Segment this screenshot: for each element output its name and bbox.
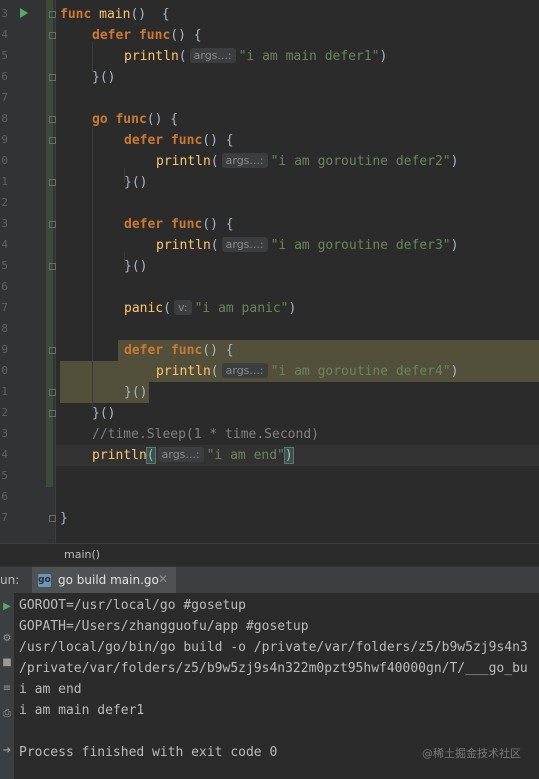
code-line: }() [92,406,116,421]
line-number: 4 [1,238,8,251]
print-icon[interactable]: ⎙ [2,708,12,719]
code-line: }() [124,175,148,190]
breadcrumb[interactable]: main() [0,543,539,567]
code-line: defer func() { [92,28,202,43]
line-number: 1 [1,385,8,398]
console-line: i am end [19,682,82,697]
fold-icon[interactable] [49,179,56,186]
console-line: /private/var/folders/z5/b9w5zj9s4n322m0p… [19,661,528,676]
scroll-icon[interactable]: ≡ [2,683,12,694]
code-line: }() [124,259,148,274]
line-number: 3 [1,427,8,440]
fold-icon[interactable] [49,32,56,39]
fold-icon[interactable] [49,116,56,123]
run-tab[interactable]: go go build main.go ✕ [32,567,176,594]
line-number: 3 [1,217,8,230]
line-number: 8 [1,322,8,335]
run-label: un: [0,573,20,587]
code-line: println(args...: "i am goroutine defer3") [156,237,459,253]
parameter-hint: args...: [221,153,268,168]
code-line: }() [92,70,116,85]
line-number: 8 [1,112,8,125]
code-line: func main() { [60,7,170,22]
line-number: 7 [1,511,8,524]
line-number: 2 [1,196,8,209]
code-line: defer func() { [124,133,234,148]
line-number: 1 [1,175,8,188]
parameter-hint: v: [173,300,192,315]
rerun-icon[interactable]: ▶ [2,601,12,612]
parameter-hint: args...: [221,237,268,252]
fold-icon[interactable] [49,410,56,417]
parameter-hint: args...: [157,447,204,462]
run-tab-label: go build main.go [58,573,159,587]
line-number: 6 [1,490,8,503]
fold-icon[interactable] [49,515,56,522]
code-line: println(args...: "i am goroutine defer2") [156,153,459,169]
stop-icon[interactable]: ■ [2,657,12,668]
code-line: println(args...: "i am goroutine defer4") [156,363,459,379]
line-number: 7 [1,91,8,104]
line-number: 4 [1,28,8,41]
run-gutter-icon[interactable] [20,8,28,18]
console-output[interactable]: ▶ ⚙ ■ ≡ ⎙ ➔ GOROOT=/usr/local/go #gosetu… [0,593,539,779]
line-number: 5 [1,469,8,482]
line-number: 6 [1,280,8,293]
fold-icon[interactable] [49,11,56,18]
code-line: panic(v: "i am panic") [124,300,297,316]
code-editor[interactable]: 3456789012345678901234567 func main() { … [0,0,539,543]
fold-icon[interactable] [49,137,56,144]
console-line: Process finished with exit code 0 [19,745,278,760]
code-line: //time.Sleep(1 * time.Second) [92,427,319,442]
go-icon: go [38,574,51,587]
code-line: println(args...: "i am end") [92,447,294,464]
code-line: println(args...: "i am main defer1") [124,48,388,64]
line-number: 3 [1,7,8,20]
fold-icon[interactable] [49,74,56,81]
fold-icon[interactable] [49,263,56,270]
fold-icon[interactable] [49,221,56,228]
code-line: go func() { [92,112,179,127]
line-number: 2 [1,406,8,419]
line-number: 7 [1,301,8,314]
line-number: 4 [1,448,8,461]
pin-icon[interactable]: ➔ [2,745,12,756]
fold-icon[interactable] [49,389,56,396]
watermark: @稀土掘金技术社区 [422,747,521,760]
indent-guide [92,126,93,410]
console-line: GOPATH=/Users/zhangguofu/app #gosetup [19,619,309,634]
parameter-hint: args...: [189,48,236,63]
parameter-hint: args...: [221,363,268,378]
console-line: i am main defer1 [19,703,145,718]
wrench-icon[interactable]: ⚙ [2,633,12,644]
console-toolbar: ▶ ⚙ ■ ≡ ⎙ ➔ [0,593,14,779]
line-number: 9 [1,133,8,146]
code-line: defer func() { [124,217,234,232]
code-line: }() [124,385,148,400]
line-number: 5 [1,49,8,62]
code-line: } [60,511,68,526]
console-line: /usr/local/go/bin/go build -o /private/v… [19,640,528,655]
line-number: 6 [1,70,8,83]
breadcrumb-item[interactable]: main() [64,548,100,561]
line-number: 9 [1,343,8,356]
line-number: 0 [1,154,8,167]
line-number: 0 [1,364,8,377]
run-tool-window-header: un: go go build main.go ✕ [0,566,539,595]
console-line: GOROOT=/usr/local/go #gosetup [19,598,246,613]
close-icon[interactable]: ✕ [158,572,168,586]
fold-icon[interactable] [49,347,56,354]
code-line: defer func() { [124,343,234,358]
line-number: 5 [1,259,8,272]
